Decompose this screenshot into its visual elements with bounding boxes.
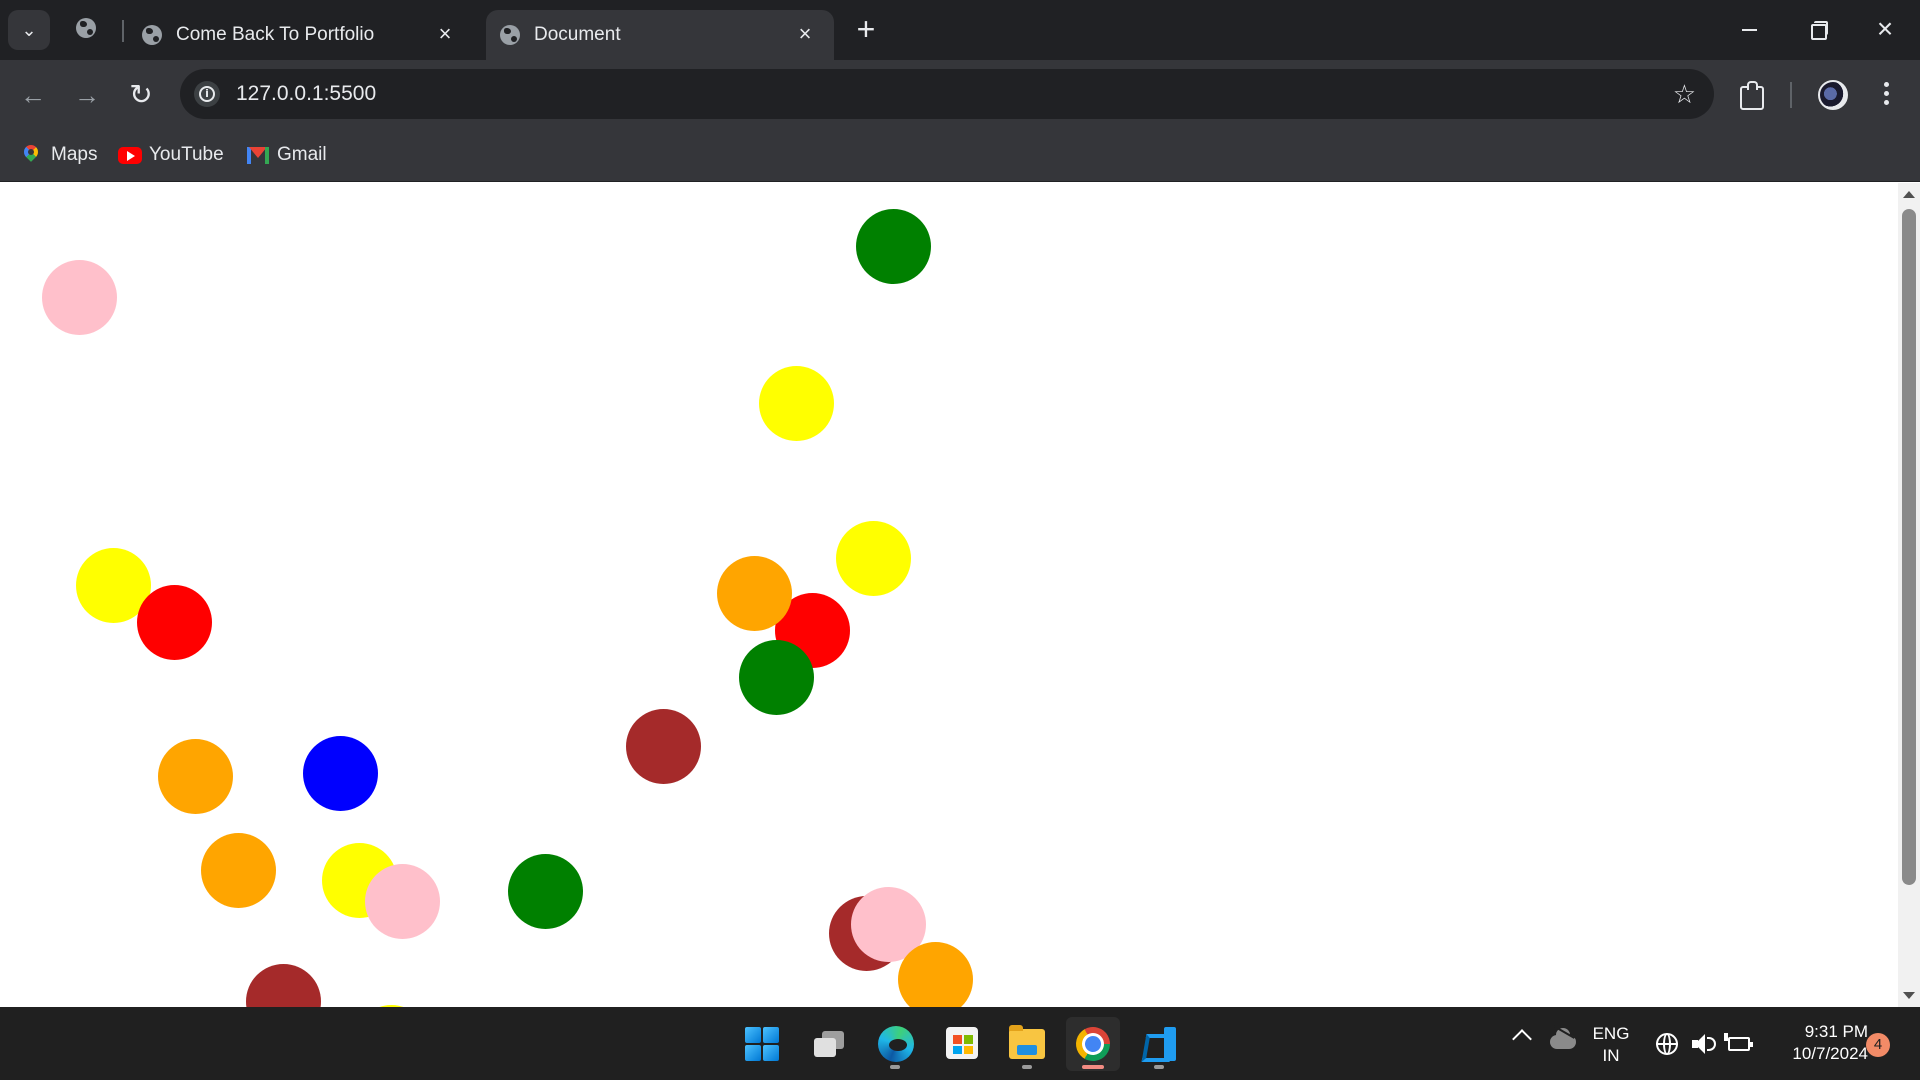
new-tab-button[interactable]: +	[850, 13, 882, 46]
taskbar-microsoft-store[interactable]	[934, 1017, 988, 1071]
windows-taskbar: ENG IN 9:31 PM 10/7/2024 4	[0, 1007, 1920, 1080]
language-region: IN	[1602, 1046, 1620, 1065]
system-clock[interactable]: 9:31 PM 10/7/2024	[1760, 1021, 1868, 1065]
address-bar[interactable]: i 127.0.0.1:5500 ☆	[180, 69, 1714, 119]
bookmarks-bar: Maps YouTube Gmail	[0, 130, 1920, 182]
toolbar-separator	[1790, 82, 1792, 108]
bookmark-label: Gmail	[277, 144, 327, 165]
red-ball	[137, 585, 212, 660]
scroll-up-arrow-icon[interactable]	[1903, 191, 1915, 198]
taskbar-file-explorer[interactable]	[1000, 1017, 1054, 1071]
orange-ball	[717, 556, 792, 631]
bookmark-youtube[interactable]: YouTube	[118, 140, 224, 170]
back-button[interactable]: ←	[16, 78, 50, 112]
reload-button[interactable]: ↻	[124, 78, 158, 112]
scroll-down-arrow-icon[interactable]	[1903, 992, 1915, 999]
running-indicator	[1082, 1065, 1104, 1069]
tab-title: Document	[534, 24, 621, 45]
taskbar-edge[interactable]	[868, 1017, 922, 1071]
tab-separator	[122, 20, 124, 42]
tab-strip: ⌄ Come Back To Portfolio × Document × + …	[0, 0, 1920, 60]
pink-ball	[42, 260, 117, 335]
page-scrollbar[interactable]	[1898, 183, 1920, 1007]
pink-ball	[365, 864, 440, 939]
close-tab-icon[interactable]: ×	[434, 23, 456, 45]
close-tab-icon[interactable]: ×	[794, 23, 816, 45]
volume-icon[interactable]	[1692, 1034, 1716, 1054]
site-info-icon[interactable]: i	[194, 81, 220, 107]
green-ball	[856, 209, 931, 284]
input-language[interactable]: ENG IN	[1584, 1023, 1638, 1067]
blue-ball	[303, 736, 378, 811]
bookmark-gmail[interactable]: Gmail	[246, 140, 327, 170]
taskbar-task-view[interactable]	[802, 1017, 856, 1071]
taskbar-start[interactable]	[735, 1017, 789, 1071]
tab-search-button[interactable]: ⌄	[8, 10, 50, 50]
folder-icon	[1009, 1025, 1045, 1059]
running-indicator	[1022, 1065, 1032, 1069]
taskbar-vscode[interactable]	[1132, 1017, 1186, 1071]
youtube-icon	[118, 144, 142, 166]
chrome-icon	[1069, 1020, 1117, 1068]
taskbar-chrome[interactable]	[1066, 1017, 1120, 1071]
clock-date: 10/7/2024	[1792, 1044, 1868, 1063]
green-ball	[508, 854, 583, 929]
tab-come-back-to-portfolio[interactable]: Come Back To Portfolio ×	[142, 10, 474, 60]
minimize-button[interactable]	[1732, 14, 1766, 46]
globe-icon	[142, 25, 162, 45]
restore-button[interactable]	[1800, 14, 1834, 46]
profile-avatar[interactable]	[1818, 80, 1848, 110]
network-globe-icon[interactable]	[1656, 1033, 1678, 1055]
pinned-tab[interactable]	[76, 18, 96, 38]
globe-icon	[76, 18, 96, 38]
notification-badge[interactable]: 4	[1866, 1033, 1890, 1057]
running-indicator	[890, 1065, 900, 1069]
chevron-down-icon: ⌄	[21, 20, 37, 40]
scrollbar-thumb[interactable]	[1902, 209, 1916, 885]
bookmark-label: Maps	[51, 144, 98, 165]
globe-icon	[500, 25, 520, 45]
onedrive-cloud-icon[interactable]	[1550, 1028, 1576, 1049]
green-ball	[739, 640, 814, 715]
orange-ball	[898, 942, 973, 1007]
brown-ball	[246, 964, 321, 1007]
gmail-icon	[246, 144, 269, 166]
orange-ball	[158, 739, 233, 814]
tab-document[interactable]: Document ×	[486, 10, 834, 60]
store-icon	[946, 1027, 978, 1059]
google-maps-icon	[20, 142, 42, 166]
page-viewport	[0, 183, 1898, 1007]
battery-charging-icon[interactable]	[1724, 1033, 1753, 1051]
bookmark-label: YouTube	[149, 144, 224, 165]
brown-ball	[626, 709, 701, 784]
orange-ball	[201, 833, 276, 908]
clock-time: 9:31 PM	[1804, 1022, 1868, 1041]
bookmark-maps[interactable]: Maps	[20, 140, 97, 170]
running-indicator	[1154, 1065, 1164, 1069]
show-hidden-icons-chevron-icon[interactable]	[1512, 1029, 1532, 1049]
yellow-ball	[759, 366, 834, 441]
bookmark-star-icon[interactable]: ☆	[1673, 79, 1696, 109]
url-text[interactable]: 127.0.0.1:5500	[236, 82, 376, 106]
language-code: ENG	[1592, 1024, 1630, 1043]
windows-start-icon	[745, 1027, 779, 1061]
browser-toolbar: ← → ↻ i 127.0.0.1:5500 ☆	[0, 60, 1920, 130]
task-view-icon	[814, 1031, 844, 1057]
tab-title: Come Back To Portfolio	[176, 24, 375, 45]
menu-kebab-icon[interactable]	[1882, 82, 1890, 110]
forward-button[interactable]: →	[70, 78, 104, 112]
extensions-icon[interactable]	[1738, 80, 1766, 110]
close-window-button[interactable]: ×	[1868, 14, 1902, 46]
vscode-icon	[1144, 1027, 1176, 1061]
edge-icon	[878, 1026, 914, 1062]
yellow-ball	[836, 521, 911, 596]
